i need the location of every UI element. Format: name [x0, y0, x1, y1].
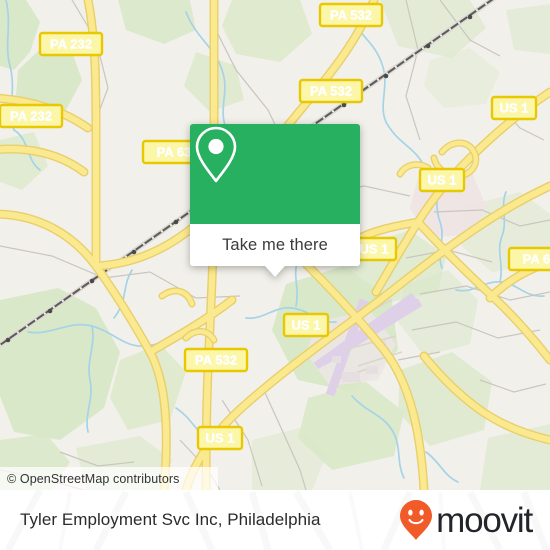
take-me-there-label: Take me there	[222, 235, 328, 254]
road-shield-label: PA 63	[157, 145, 192, 160]
road-shield-label: US 1	[292, 318, 321, 333]
road-shield: PA 532	[183, 347, 249, 373]
moovit-logo[interactable]: moovit	[399, 499, 533, 541]
popup-tail	[265, 266, 285, 277]
road-shield-label: US 1	[206, 431, 235, 446]
popup-header	[190, 124, 360, 224]
road-shield-label: PA 232	[50, 37, 92, 52]
moovit-wordmark: moovit	[436, 500, 533, 540]
road-shield: PA 532	[318, 2, 384, 28]
osm-attribution-text: © OpenStreetMap contributors	[7, 471, 180, 486]
map-canvas[interactable]: PA 232 PA 532 PA 532 US 1 PA 232 PA 63 US 1 US …	[0, 0, 550, 490]
road-shield: US 1	[196, 425, 244, 451]
road-shield: US 1	[418, 167, 466, 193]
road-shield-label: US 1	[360, 242, 389, 257]
footer-bar: Tyler Employment Svc Inc, Philadelphia m…	[0, 490, 550, 550]
road-shield-label: US 1	[500, 101, 529, 116]
road-shield: PA 532	[298, 78, 364, 104]
osm-attribution: © OpenStreetMap contributors	[0, 467, 218, 490]
road-shield: US 1	[490, 95, 538, 121]
road-shield-label: PA 63	[523, 252, 550, 267]
road-shield-label: PA 532	[195, 353, 237, 368]
map-pin-icon	[195, 126, 237, 183]
location-popup[interactable]: Take me there	[190, 124, 360, 277]
map-screenshot: PA 232 PA 532 PA 532 US 1 PA 232 PA 63 US 1 US …	[0, 0, 550, 550]
road-shield: PA 232	[0, 103, 64, 129]
road-shield-label: PA 232	[10, 109, 52, 124]
road-shield: PA 232	[38, 31, 104, 57]
road-shield-label: US 1	[428, 173, 457, 188]
moovit-pin-smiley-icon	[400, 500, 433, 540]
road-shield-label: PA 532	[310, 84, 352, 99]
road-shield-label: PA 532	[330, 8, 372, 23]
road-shield: US 1	[282, 312, 330, 338]
place-title: Tyler Employment Svc Inc, Philadelphia	[20, 510, 321, 529]
popup-action[interactable]: Take me there	[190, 224, 360, 277]
road-shield: PA 63	[507, 246, 550, 272]
